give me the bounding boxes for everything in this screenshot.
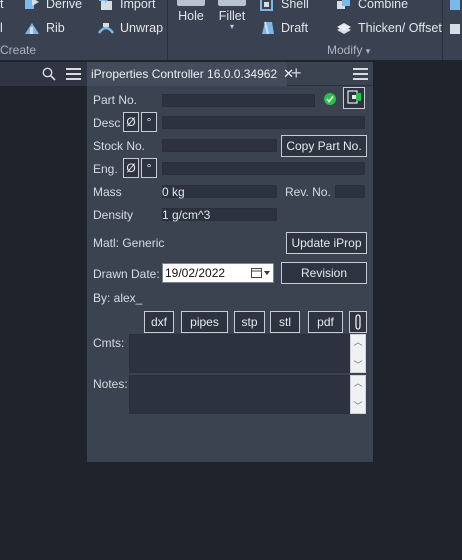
by-label: By: alex_ xyxy=(93,291,143,305)
draft-label: Draft xyxy=(281,21,309,35)
rib-icon xyxy=(25,23,39,34)
mass-label: Mass xyxy=(93,185,122,199)
stp-button[interactable]: stp xyxy=(234,311,265,333)
fillet-dropdown-caret[interactable]: ▾ xyxy=(216,23,248,31)
comments-textarea[interactable] xyxy=(129,334,350,373)
attach-button[interactable] xyxy=(349,311,367,333)
drawn-date-picker[interactable]: 19/02/2022 xyxy=(162,263,274,283)
part-no-label: Part No. xyxy=(93,93,138,107)
thicken-offset-button[interactable]: Thicken/ Offset xyxy=(336,21,442,35)
draft-icon xyxy=(262,21,274,35)
calendar-icon[interactable] xyxy=(251,267,271,279)
unwrap-icon xyxy=(98,23,114,34)
eng-field[interactable] xyxy=(162,162,365,175)
fillet-icon xyxy=(218,0,246,6)
shell-icon xyxy=(260,0,273,11)
derive-icon xyxy=(25,0,39,9)
copy-part-no-button[interactable]: Copy Part No. xyxy=(281,135,367,157)
eng-diameter-button[interactable]: Ø xyxy=(123,158,139,178)
fillet-label: Fillet xyxy=(218,9,246,23)
draft-button[interactable]: Draft xyxy=(259,21,308,35)
update-iprop-button[interactable]: Update iProp xyxy=(286,232,367,254)
ribbon: t l Derive Rib Import Unwrap Hole Fillet… xyxy=(0,0,462,60)
desc-diameter-button[interactable]: Ø xyxy=(123,112,139,132)
import-button[interactable]: Import xyxy=(98,0,155,11)
stl-button[interactable]: stl xyxy=(270,311,300,333)
panel-tab-bar: iProperties Controller 16.0.0.34962 ✕ + xyxy=(87,62,373,86)
menu-icon[interactable] xyxy=(66,68,81,80)
clipped-ribbon-icon-2 xyxy=(450,24,460,34)
eng-degree-button[interactable]: ° xyxy=(141,158,157,178)
scroll-down-arrow[interactable]: ﹀ xyxy=(351,401,365,411)
combine-label: Combine xyxy=(358,0,409,11)
stock-no-label: Stock No. xyxy=(93,139,146,153)
tab-title: iProperties Controller 16.0.0.34962 xyxy=(91,67,278,81)
part-no-field[interactable] xyxy=(162,94,315,107)
notes-scrollbar[interactable]: ︿ ﹀ xyxy=(350,375,366,414)
notes-textarea[interactable] xyxy=(129,375,350,414)
hole-icon xyxy=(177,0,205,6)
drawn-date-value: 19/02/2022 xyxy=(165,266,226,280)
scroll-up-arrow[interactable]: ︿ xyxy=(351,337,365,347)
desc-field[interactable] xyxy=(162,116,365,129)
dxf-button[interactable]: dxf xyxy=(144,311,174,333)
scroll-down-arrow[interactable]: ﹀ xyxy=(351,360,365,370)
model-browser-header xyxy=(0,62,88,86)
modify-label-text: Modify xyxy=(327,43,363,57)
desc-label: Desc xyxy=(93,116,121,130)
shell-button[interactable]: Shell xyxy=(259,0,309,11)
unwrap-label: Unwrap xyxy=(120,21,164,35)
modify-panel-label[interactable]: Modify ▾ xyxy=(327,43,370,57)
shell-label: Shell xyxy=(281,0,309,11)
density-value: 1 g/cm^3 xyxy=(162,208,211,222)
eng-label: Eng. xyxy=(93,162,118,176)
search-icon[interactable] xyxy=(42,67,56,81)
thicken-icon xyxy=(337,23,351,34)
pipes-button[interactable]: pipes xyxy=(181,311,228,333)
comments-label: Cmts: xyxy=(93,336,125,350)
mass-value: 0 kg xyxy=(162,185,185,199)
rev-no-label: Rev. No. xyxy=(285,185,331,199)
desc-degree-button[interactable]: ° xyxy=(141,112,157,132)
revision-button[interactable]: Revision xyxy=(281,262,367,284)
ribbon-clipped-item-2[interactable]: l xyxy=(0,21,3,35)
rib-label: Rib xyxy=(46,21,65,35)
ribbon-separator xyxy=(167,0,168,60)
thicken-offset-label: Thicken/ Offset xyxy=(358,21,442,35)
rib-button[interactable]: Rib xyxy=(24,21,65,35)
drawn-date-label: Drawn Date: xyxy=(93,267,160,281)
modify-dropdown-caret: ▾ xyxy=(365,46,371,56)
hole-label: Hole xyxy=(178,9,204,23)
hole-button[interactable]: Hole xyxy=(174,0,208,23)
clipped-ribbon-icon xyxy=(450,0,460,10)
part-icon-button[interactable] xyxy=(343,87,365,109)
check-icon xyxy=(324,93,336,105)
comments-scrollbar[interactable]: ︿ ﹀ xyxy=(350,334,366,373)
notes-label: Notes: xyxy=(93,377,128,391)
paperclip-icon xyxy=(355,314,361,330)
unwrap-button[interactable]: Unwrap xyxy=(98,21,163,35)
import-label: Import xyxy=(120,0,156,11)
import-icon xyxy=(99,0,112,10)
ribbon-separator-2 xyxy=(442,0,443,60)
iproperties-panel: iProperties Controller 16.0.0.34962 ✕ + … xyxy=(87,62,373,462)
rev-no-field[interactable] xyxy=(335,185,365,198)
create-panel-label: Create xyxy=(0,43,37,57)
scroll-up-arrow[interactable]: ︿ xyxy=(351,378,365,388)
derive-button[interactable]: Derive xyxy=(24,0,82,11)
density-label: Density xyxy=(93,208,134,222)
panel-menu-icon[interactable] xyxy=(353,68,368,80)
part-icon xyxy=(347,90,361,104)
material-label: Matl: Generic xyxy=(93,236,165,250)
stock-no-field[interactable] xyxy=(162,139,277,152)
combine-button[interactable]: Combine xyxy=(336,0,408,11)
pdf-button[interactable]: pdf xyxy=(308,311,343,333)
combine-icon xyxy=(337,0,350,9)
derive-label: Derive xyxy=(46,0,83,11)
fillet-button[interactable]: Fillet ▾ xyxy=(216,0,248,31)
tab-iproperties-controller[interactable]: iProperties Controller 16.0.0.34962 ✕ xyxy=(87,62,294,86)
add-tab-icon[interactable]: + xyxy=(291,63,302,84)
ribbon-clipped-item-1[interactable]: t xyxy=(0,0,3,11)
